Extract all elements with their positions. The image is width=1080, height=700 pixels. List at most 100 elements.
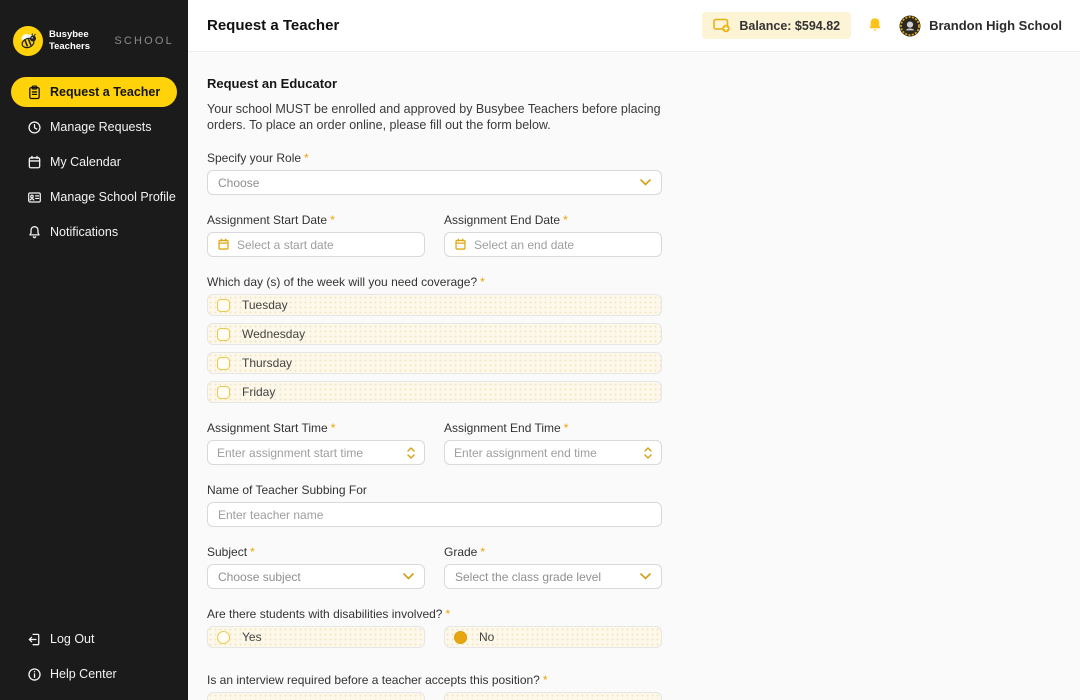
topbar-right: Balance: $594.82	[702, 12, 1062, 39]
balance-badge[interactable]: Balance: $594.82	[702, 12, 851, 39]
radio-checked-icon	[454, 631, 467, 644]
subject-grade-group: Subject* Choose subject Grade* Select th…	[207, 545, 662, 589]
page-content: Request an Educator Your school MUST be …	[188, 52, 1080, 700]
interview-option-box[interactable]	[444, 692, 662, 700]
history-clock-icon	[27, 120, 42, 135]
bell-icon	[27, 225, 42, 240]
subject-select[interactable]: Choose subject	[207, 564, 425, 589]
school-avatar	[899, 15, 921, 37]
start-date-input-wrap	[207, 232, 425, 257]
main-area: Request a Teacher Balance: $594.82	[188, 0, 1080, 700]
sidebar-item-label: Help Center	[50, 667, 117, 681]
top-bar: Request a Teacher Balance: $594.82	[188, 0, 1080, 52]
required-marker: *	[330, 213, 335, 227]
clipboard-icon	[27, 85, 42, 100]
chevron-down-icon	[640, 179, 651, 186]
account-menu[interactable]: Brandon High School	[899, 15, 1062, 37]
checkbox-icon	[217, 386, 230, 399]
grade-select[interactable]: Select the class grade level	[444, 564, 662, 589]
brand-name-line1: Busybee	[49, 29, 90, 41]
sidebar-item-label: Log Out	[50, 632, 94, 646]
subject-label: Subject*	[207, 545, 425, 559]
notifications-bell-icon[interactable]	[867, 17, 883, 34]
required-marker: *	[304, 151, 309, 165]
disabilities-option-no[interactable]: No	[444, 626, 662, 648]
request-educator-form: Request an Educator Your school MUST be …	[207, 76, 662, 700]
disabilities-group: Are there students with disabilities inv…	[207, 607, 662, 655]
sidebar-item-help-center[interactable]: Help Center	[11, 659, 177, 689]
required-marker: *	[480, 545, 485, 559]
required-marker: *	[564, 421, 569, 435]
end-time-field: Assignment End Time*	[444, 421, 662, 465]
sidebar-item-log-out[interactable]: Log Out	[11, 624, 177, 654]
stepper-up-down-icon[interactable]	[407, 447, 415, 459]
form-intro: Your school MUST be enrolled and approve…	[207, 102, 662, 133]
grade-field: Grade* Select the class grade level	[444, 545, 662, 589]
id-card-icon	[27, 190, 42, 205]
role-field-group: Specify your Role* Choose	[207, 151, 662, 195]
sidebar-item-label: Manage Requests	[50, 120, 151, 134]
end-date-input-wrap	[444, 232, 662, 257]
calendar-icon	[27, 155, 42, 170]
start-time-label: Assignment Start Time*	[207, 421, 425, 435]
disabilities-label: Are there students with disabilities inv…	[207, 607, 662, 621]
sidebar-item-notifications[interactable]: Notifications	[11, 217, 177, 247]
day-option-wednesday[interactable]: Wednesday	[207, 323, 662, 345]
start-time-input[interactable]	[217, 446, 401, 460]
sidebar-item-label: Request a Teacher	[50, 85, 160, 99]
coverage-days-label: Which day (s) of the week will you need …	[207, 275, 662, 289]
subject-select-value: Choose subject	[218, 570, 301, 584]
teacher-name-label: Name of Teacher Subbing For	[207, 483, 662, 497]
checkbox-icon	[217, 328, 230, 341]
sidebar-item-request-a-teacher[interactable]: Request a Teacher	[11, 77, 177, 107]
disabilities-option-yes[interactable]: Yes	[207, 626, 425, 648]
role-select[interactable]: Choose	[207, 170, 662, 195]
role-label: Specify your Role*	[207, 151, 662, 165]
sidebar: Busybee Teachers SCHOOL Request a Teache…	[0, 0, 188, 700]
end-date-input[interactable]	[474, 238, 652, 252]
sidebar-item-manage-requests[interactable]: Manage Requests	[11, 112, 177, 142]
day-option-thursday[interactable]: Thursday	[207, 352, 662, 374]
start-time-input-wrap	[207, 440, 425, 465]
calendar-icon	[217, 238, 230, 251]
sidebar-item-manage-school-profile[interactable]: Manage School Profile	[11, 182, 177, 212]
sidebar-item-my-calendar[interactable]: My Calendar	[11, 147, 177, 177]
coverage-days-group: Which day (s) of the week will you need …	[207, 275, 662, 403]
day-option-friday[interactable]: Friday	[207, 381, 662, 403]
role-select-value: Choose	[218, 176, 259, 190]
end-time-input-wrap	[444, 440, 662, 465]
interview-label: Is an interview required before a teache…	[207, 673, 662, 687]
portal-label: SCHOOL	[114, 35, 174, 47]
end-time-input[interactable]	[454, 446, 638, 460]
interview-group: Is an interview required before a teache…	[207, 673, 662, 700]
checkbox-icon	[217, 299, 230, 312]
required-marker: *	[543, 673, 548, 687]
required-marker: *	[331, 421, 336, 435]
teacher-name-group: Name of Teacher Subbing For	[207, 483, 662, 527]
start-date-label: Assignment Start Date*	[207, 213, 425, 227]
required-marker: *	[563, 213, 568, 227]
logout-icon	[27, 632, 42, 647]
calendar-icon	[454, 238, 467, 251]
start-date-input[interactable]	[237, 238, 415, 252]
day-option-tuesday[interactable]: Tuesday	[207, 294, 662, 316]
sidebar-nav: Request a Teacher Manage Requests My	[0, 77, 188, 252]
radio-unchecked-icon	[217, 631, 230, 644]
dates-field-group: Assignment Start Date* Assignment End Da…	[207, 213, 662, 257]
grade-label: Grade*	[444, 545, 662, 559]
start-date-field: Assignment Start Date*	[207, 213, 425, 257]
sidebar-item-label: My Calendar	[50, 155, 121, 169]
sidebar-footer: Log Out Help Center	[0, 624, 188, 700]
interview-option-box[interactable]	[207, 692, 425, 700]
school-name: Brandon High School	[929, 18, 1062, 33]
stepper-up-down-icon[interactable]	[644, 447, 652, 459]
end-date-field: Assignment End Date*	[444, 213, 662, 257]
app-window: Busybee Teachers SCHOOL Request a Teache…	[0, 0, 1080, 700]
end-time-label: Assignment End Time*	[444, 421, 662, 435]
teacher-name-input[interactable]	[207, 502, 662, 527]
chevron-down-icon	[640, 573, 651, 580]
end-date-label: Assignment End Date*	[444, 213, 662, 227]
grade-select-value: Select the class grade level	[455, 570, 601, 584]
start-time-field: Assignment Start Time*	[207, 421, 425, 465]
checkbox-icon	[217, 357, 230, 370]
